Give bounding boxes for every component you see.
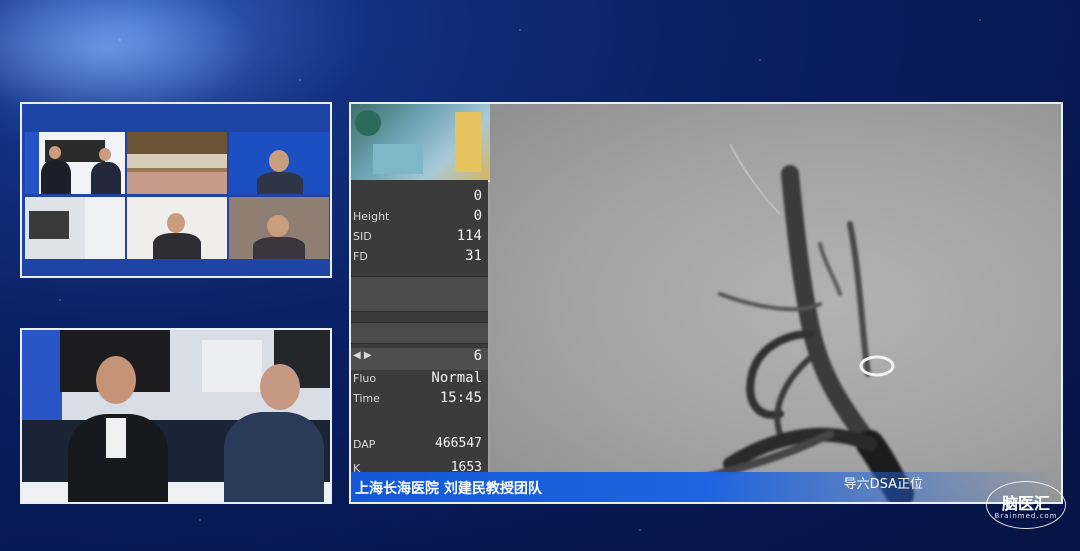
readout-row: SID 114 <box>353 228 482 244</box>
angiography-image <box>490 104 1061 502</box>
readout-row: ◀ ▶ 6 <box>351 348 488 370</box>
caption-bar: 上海长海医院 刘建民教授团队 <box>351 472 1061 502</box>
readout-blank-band <box>351 322 488 344</box>
playback-icon: ◀ ▶ <box>353 350 372 361</box>
logo-text: 脑医汇 <box>1001 494 1050 513</box>
logo-subtext: Brainmed.com <box>994 512 1058 520</box>
speaker-head <box>96 356 136 404</box>
speaker-shirt <box>106 418 126 458</box>
speaker-video-panel[interactable] <box>20 328 332 504</box>
video-tile-panel-room[interactable] <box>25 132 125 194</box>
readout-row: Time 15:45 <box>353 390 482 406</box>
video-tile-participant-4[interactable] <box>229 197 329 259</box>
participant-head <box>260 364 300 410</box>
readout-blank-band <box>351 276 488 312</box>
team-caption: 上海长海医院 刘建民教授团队 <box>355 481 542 497</box>
readout-row: FD 31 <box>353 248 482 264</box>
video-tile-participant-3[interactable] <box>127 197 227 259</box>
view-position-label: 导六DSA正位 <box>843 477 923 492</box>
vessel-tree-svg <box>666 143 914 502</box>
readout-row: Fluo Normal <box>353 370 482 386</box>
parameter-readout-panel: 0 Height 0 SID 114 FD 31 ◀ ▶ 6 Fluo Norm… <box>351 180 488 502</box>
video-tile-conference-hall[interactable] <box>127 132 227 194</box>
readout-row: DAP 466547 <box>353 436 482 451</box>
video-tile-participant-2[interactable] <box>25 197 125 259</box>
participant-body <box>224 412 324 502</box>
video-grid-panel <box>20 102 332 278</box>
brainmed-logo: 脑医汇 Brainmed.com <box>986 481 1066 529</box>
readout-row: 0 <box>473 188 482 204</box>
surgery-camera-inset[interactable] <box>351 104 492 182</box>
dsa-imaging-panel: 0 Height 0 SID 114 FD 31 ◀ ▶ 6 Fluo Norm… <box>349 102 1063 504</box>
video-tile-participant-1[interactable] <box>229 132 329 194</box>
readout-row: Height 0 <box>353 208 482 224</box>
